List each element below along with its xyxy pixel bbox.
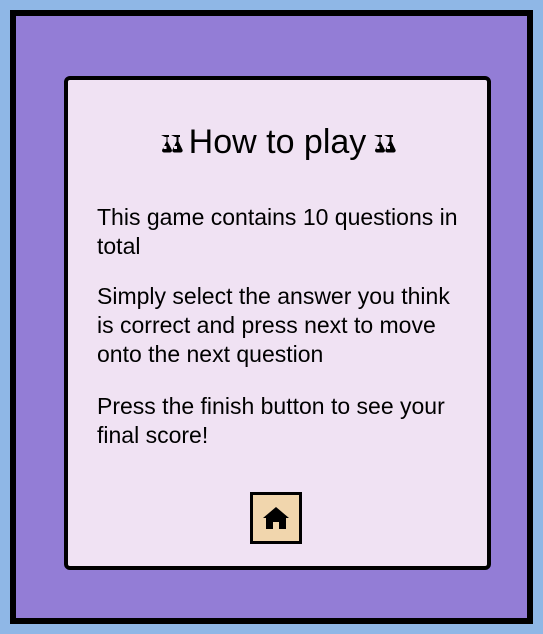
instruction-paragraph: Simply select the answer you think is co… [97, 283, 450, 367]
game-frame: How to play This game contains 10 questi… [10, 10, 533, 624]
home-button[interactable] [250, 492, 302, 544]
flask-icon [374, 135, 396, 153]
title-text: How to play [188, 123, 367, 161]
instruction-paragraph: This game contains 10 questions in total [97, 204, 458, 259]
page-title: How to play [68, 120, 487, 164]
home-icon [263, 507, 289, 529]
instruction-paragraph: Press the finish button to see your fina… [97, 393, 445, 448]
flask-icon [160, 135, 183, 153]
how-to-play-card: How to play This game contains 10 questi… [64, 76, 491, 570]
